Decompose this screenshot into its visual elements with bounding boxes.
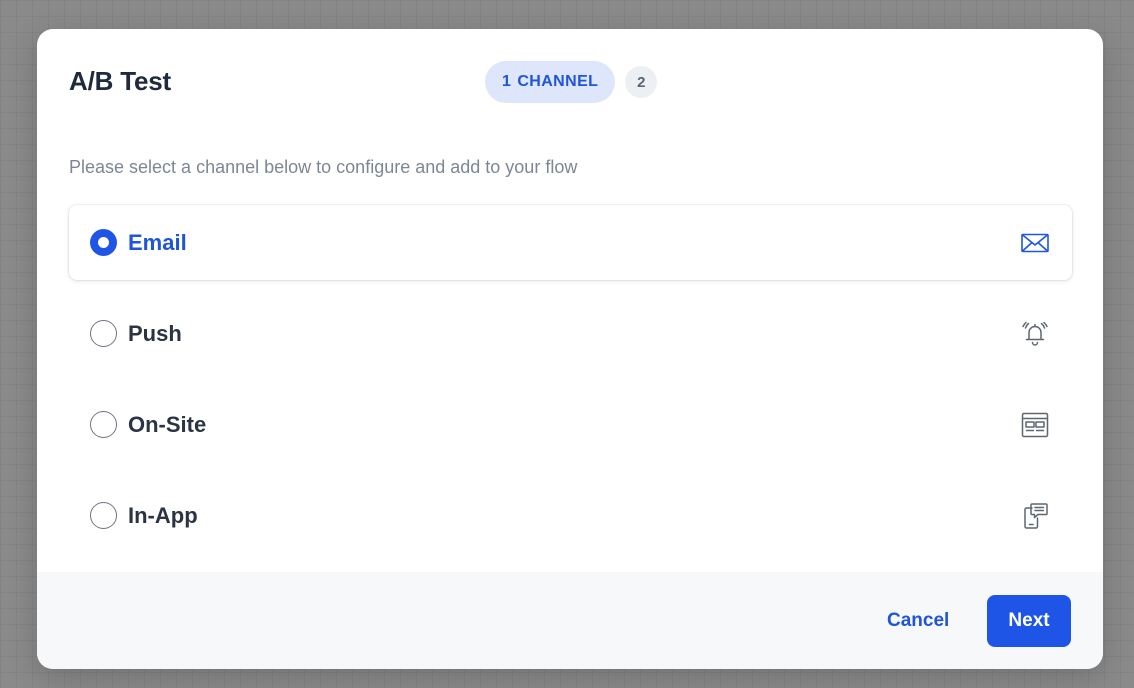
channel-option-in-app[interactable]: In-App — [69, 478, 1072, 553]
channel-label-push: Push — [128, 320, 182, 346]
modal-footer: Cancel Next — [37, 572, 1103, 669]
step-2[interactable]: 2 — [625, 66, 658, 98]
instruction-text: Please select a channel below to configu… — [69, 157, 578, 177]
modal-header: A/B Test 1 CHANNEL 2 — [37, 29, 1103, 135]
cancel-button[interactable]: Cancel — [873, 595, 963, 647]
modal-title: A/B Test — [69, 66, 171, 96]
channel-option-email[interactable]: Email — [69, 205, 1072, 280]
email-radio[interactable] — [90, 229, 117, 256]
channel-option-on-site[interactable]: On-Site — [69, 387, 1072, 462]
envelope-icon — [1020, 228, 1050, 258]
channel-label-email: Email — [128, 229, 187, 255]
phone-message-icon — [1020, 501, 1050, 531]
push-radio[interactable] — [90, 320, 117, 347]
channel-option-push[interactable]: Push — [69, 296, 1072, 371]
channel-label-on-site: On-Site — [128, 411, 207, 437]
on-site-radio[interactable] — [90, 411, 117, 438]
step-1-number: 1 — [502, 73, 512, 90]
channel-list: Email Push On-Site In-App — [69, 205, 1072, 569]
step-1-label: CHANNEL — [517, 73, 599, 90]
stepper: 1 CHANNEL 2 — [485, 61, 658, 103]
web-layout-icon — [1020, 410, 1050, 440]
channel-label-in-app: In-App — [128, 502, 198, 528]
bell-icon — [1020, 319, 1050, 349]
step-2-number: 2 — [637, 73, 646, 91]
in-app-radio[interactable] — [90, 502, 117, 529]
step-1-channel[interactable]: 1 CHANNEL — [485, 61, 616, 103]
ab-test-modal: A/B Test 1 CHANNEL 2 Please select a cha… — [37, 29, 1103, 669]
next-button[interactable]: Next — [987, 595, 1071, 647]
